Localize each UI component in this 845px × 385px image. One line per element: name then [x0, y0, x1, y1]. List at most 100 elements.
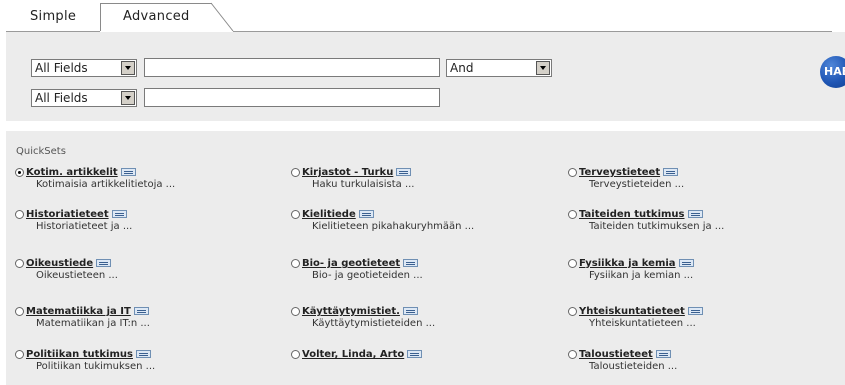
- quickset-item: Yhteiskuntatieteet Yhteiskuntatieteen ...: [568, 306, 828, 336]
- quickset-description: Yhteiskuntatieteen ...: [589, 318, 696, 329]
- quickset-description: Terveystieteiden ...: [589, 179, 685, 190]
- quickset-radio[interactable]: [291, 307, 300, 316]
- search-input-2[interactable]: [144, 88, 440, 107]
- quickset-name-link[interactable]: Kirjastot - Turku: [302, 167, 412, 179]
- quickset-radio[interactable]: [15, 350, 24, 359]
- quickset-radio[interactable]: [291, 350, 300, 359]
- quickset-description: Oikeustieteen ...: [36, 270, 118, 281]
- quickset-name: Bio- ja geotieteet: [302, 258, 401, 269]
- quickset-item: Taiteiden tutkimus Taiteiden tutkimuksen …: [568, 209, 828, 239]
- quickset-name-link[interactable]: Matematiikka ja IT: [26, 306, 149, 318]
- chevron-down-icon[interactable]: [536, 61, 550, 75]
- info-icon[interactable]: [678, 259, 694, 267]
- quickset-description: Kielitieteen pikahakuryhmään ...: [312, 221, 475, 232]
- quickset-name: Politiikan tutkimus: [26, 349, 133, 360]
- search-tabs: Simple Advanced: [0, 0, 845, 46]
- quickset-name-link[interactable]: Terveystieteet: [579, 167, 679, 179]
- info-icon[interactable]: [358, 210, 374, 218]
- quickset-name: Taiteiden tutkimus: [579, 209, 685, 220]
- quickset-item: Kielitiede Kielitieteen pikahakuryhmään .…: [291, 209, 551, 239]
- quickset-item: Bio- ja geotieteet Bio- ja geotieteiden .…: [291, 258, 551, 288]
- info-icon[interactable]: [133, 307, 149, 315]
- advanced-search-panel: All Fields And All Fields: [6, 32, 845, 121]
- quickset-name: Fysiikka ja kemia: [579, 258, 676, 269]
- quickset-description: Kotimaisia artikkelitietoja ...: [36, 179, 176, 190]
- quickset-name-link[interactable]: Fysiikka ja kemia: [579, 258, 694, 270]
- info-icon[interactable]: [402, 307, 418, 315]
- quickset-item: Politiikan tutkimus Politiikan tukimuksen…: [15, 349, 275, 379]
- quickset-item: Kirjastot - Turku Haku turkulaisista ...: [291, 167, 551, 197]
- quickset-radio[interactable]: [568, 168, 577, 177]
- quickset-name-link[interactable]: Kielitiede: [302, 209, 374, 221]
- quickset-description: Historiatieteet ja ...: [36, 221, 133, 232]
- field-select-2[interactable]: All Fields: [31, 89, 137, 107]
- quickset-radio[interactable]: [291, 210, 300, 219]
- quickset-radio[interactable]: [15, 307, 24, 316]
- quickset-name: Kielitiede: [302, 209, 356, 220]
- tab-advanced-label: Advanced: [123, 9, 190, 24]
- boolean-operator-value: And: [450, 61, 474, 75]
- quickset-name-link[interactable]: Politiikan tutkimus: [26, 349, 151, 361]
- info-icon[interactable]: [663, 168, 679, 176]
- chevron-down-icon[interactable]: [121, 91, 135, 105]
- quickset-description: Politiikan tukimuksen ...: [36, 361, 156, 372]
- quickset-name: Yhteiskuntatieteet: [579, 306, 685, 317]
- quickset-item: Kotim. artikkelit Kotimaisia artikkelitie…: [15, 167, 275, 197]
- quickset-item: Terveystieteet Terveystieteiden ...: [568, 167, 828, 197]
- info-icon[interactable]: [120, 168, 136, 176]
- quickset-description: Taloustieteiden ...: [589, 361, 678, 372]
- info-icon[interactable]: [407, 350, 423, 358]
- quickset-description: Matematiikan ja IT:n ...: [36, 318, 150, 329]
- quickset-name-link[interactable]: Yhteiskuntatieteet: [579, 306, 703, 318]
- quickset-radio[interactable]: [568, 259, 577, 268]
- quickset-description: Haku turkulaisista ...: [312, 179, 415, 190]
- quickset-name-link[interactable]: Historiatieteet: [26, 209, 127, 221]
- quickset-radio[interactable]: [568, 307, 577, 316]
- quickset-radio[interactable]: [291, 168, 300, 177]
- field-select-1[interactable]: All Fields: [31, 59, 137, 77]
- hab-button[interactable]: HAB: [820, 56, 845, 88]
- quickset-radio[interactable]: [568, 210, 577, 219]
- quickset-name: Taloustieteet: [579, 349, 653, 360]
- quickset-description: Bio- ja geotieteiden ...: [312, 270, 423, 281]
- quickset-description: Fysiikan ja kemian ...: [589, 270, 694, 281]
- quickset-name: Historiatieteet: [26, 209, 109, 220]
- info-icon[interactable]: [396, 168, 412, 176]
- info-icon[interactable]: [655, 350, 671, 358]
- quickset-radio[interactable]: [291, 259, 300, 268]
- quickset-name-link[interactable]: Oikeustiede: [26, 258, 112, 270]
- info-icon[interactable]: [403, 259, 419, 267]
- quickset-radio[interactable]: [568, 350, 577, 359]
- info-icon[interactable]: [687, 210, 703, 218]
- quickset-name-link[interactable]: Kotim. artikkelit: [26, 167, 136, 179]
- search-input-1[interactable]: [144, 58, 440, 77]
- quickset-name: Kirjastot - Turku: [302, 167, 394, 178]
- info-icon[interactable]: [687, 307, 703, 315]
- quickset-name-link[interactable]: Bio- ja geotieteet: [302, 258, 419, 270]
- quickset-item: Fysiikka ja kemia Fysiikan ja kemian ...: [568, 258, 828, 288]
- boolean-operator-select[interactable]: And: [446, 59, 552, 77]
- field-select-2-value: All Fields: [35, 91, 88, 105]
- info-icon[interactable]: [111, 210, 127, 218]
- info-icon[interactable]: [135, 350, 151, 358]
- quickset-item: Matematiikka ja IT Matematiikan ja IT:n .…: [15, 306, 275, 336]
- tab-corner: [210, 2, 234, 32]
- quickset-name-link[interactable]: Taloustieteet: [579, 349, 671, 361]
- quickset-name: Oikeustiede: [26, 258, 94, 269]
- tab-advanced[interactable]: Advanced: [100, 3, 212, 31]
- quickset-name-link[interactable]: Taiteiden tutkimus: [579, 209, 703, 221]
- quickset-name-link[interactable]: Käyttäytymistiet.: [302, 306, 418, 318]
- quickset-radio[interactable]: [15, 210, 24, 219]
- quickset-radio[interactable]: [15, 259, 24, 268]
- quicksets-panel: QuickSets Kotim. artikkelit Kotimaisia ar…: [6, 131, 845, 385]
- quickset-radio[interactable]: [15, 168, 24, 177]
- quickset-name-link[interactable]: Volter, Linda, Arto: [302, 349, 423, 361]
- quickset-name: Volter, Linda, Arto: [302, 349, 405, 360]
- quickset-description: Käyttäytymistieteiden ...: [312, 318, 436, 329]
- tab-simple[interactable]: Simple: [30, 9, 76, 24]
- info-icon[interactable]: [96, 259, 112, 267]
- quickset-item: Historiatieteet Historiatieteet ja ...: [15, 209, 275, 239]
- chevron-down-icon[interactable]: [121, 61, 135, 75]
- quickset-name: Kotim. artikkelit: [26, 167, 118, 178]
- quickset-item: Taloustieteet Taloustieteiden ...: [568, 349, 828, 379]
